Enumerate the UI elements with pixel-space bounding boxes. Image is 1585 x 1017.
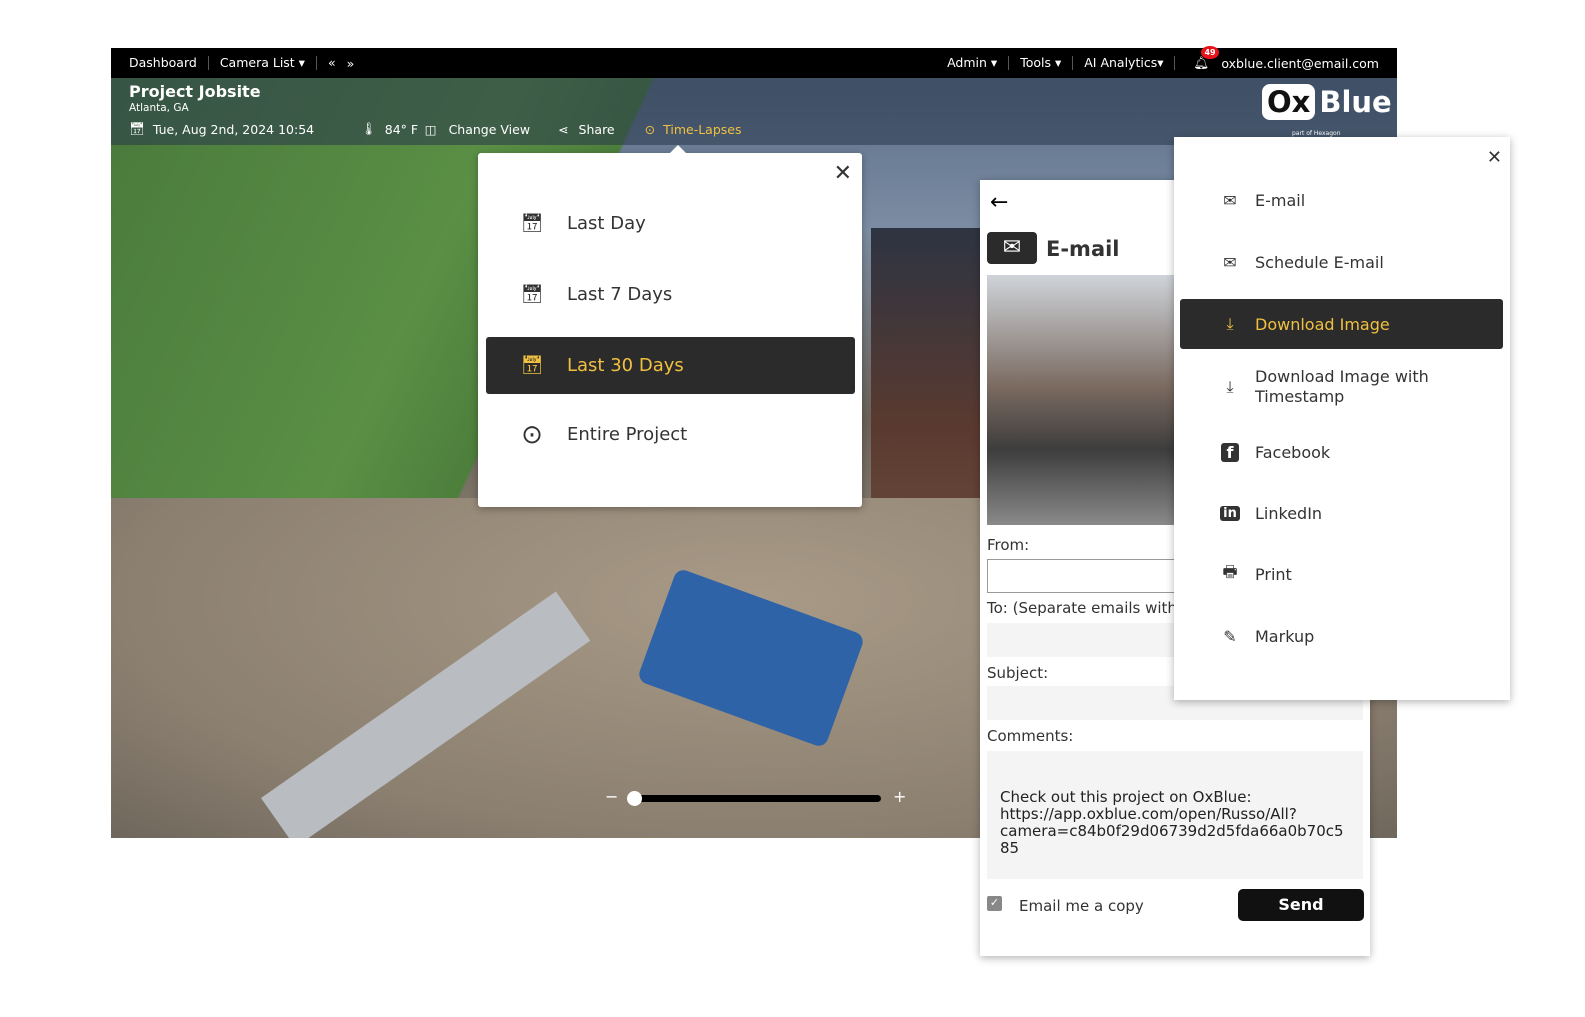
timestamp: Tue, Aug 2nd, 2024 10:54	[152, 121, 315, 137]
item-label: Entire Project	[567, 424, 688, 445]
user-email[interactable]: oxblue.client@email.com	[1221, 56, 1379, 71]
share-menu: ✕ ✉︎ E-mail ✉︎ Schedule E-mail ⤓ Download I…	[1174, 137, 1510, 700]
item-label: Print	[1255, 564, 1292, 584]
email-copy-label: Email me a copy	[1019, 897, 1144, 915]
item-label: E-mail	[1255, 190, 1306, 210]
slider-handle[interactable]	[627, 791, 642, 806]
envelope-icon: ✉︎	[1223, 190, 1237, 210]
printer-icon: 🖶	[1222, 561, 1238, 581]
change-view-button[interactable]: Change View	[449, 122, 531, 137]
top-nav-bar: Dashboard Camera List ▾ « » Admin ▾ Tool…	[111, 46, 1397, 78]
schedule-email-icon: ✉︎	[1223, 252, 1237, 272]
share-markup[interactable]: ✎ Markup	[1180, 611, 1503, 661]
calendar-play-icon: 📅︎	[520, 355, 544, 376]
nav-admin[interactable]: Admin ▾	[947, 56, 1010, 70]
back-arrow-icon[interactable]: ←	[990, 190, 1008, 215]
zoom-out-icon[interactable]: −	[605, 787, 618, 806]
email-copy-checkbox[interactable]: ✓	[987, 896, 1002, 911]
nav-camera-list[interactable]: Camera List ▾	[209, 56, 317, 70]
item-label: Last 7 Days	[567, 284, 673, 305]
from-label: From:	[987, 536, 1030, 554]
send-button[interactable]: Send	[1238, 889, 1364, 921]
notification-badge: 49	[1201, 46, 1219, 59]
zoom-in-icon[interactable]: +	[893, 787, 906, 806]
facebook-icon: f	[1216, 442, 1244, 462]
next-camera-button[interactable]: »	[347, 56, 355, 71]
play-circle-icon: ⊙	[521, 419, 543, 450]
share-schedule-email[interactable]: ✉︎ Schedule E-mail	[1180, 237, 1503, 287]
project-info-bar: Project Jobsite Atlanta, GA 📅︎ Tue, Aug …	[111, 78, 1397, 145]
subject-label: Subject:	[987, 664, 1049, 682]
project-location: Atlanta, GA	[129, 102, 189, 114]
share-button[interactable]: Share	[579, 122, 615, 137]
item-label: Download Image	[1255, 314, 1390, 334]
close-icon[interactable]: ✕	[1487, 147, 1502, 168]
envelope-icon: ✉︎	[987, 232, 1037, 264]
item-label: Markup	[1255, 626, 1315, 646]
time-lapse-menu: ✕ 📅︎ Last Day 📅︎ Last 7 Days 📅︎ Last 30 Day…	[478, 145, 862, 507]
close-icon[interactable]: ✕	[834, 161, 852, 186]
project-title: Project Jobsite	[129, 82, 261, 101]
nav-tools[interactable]: Tools ▾	[1009, 56, 1074, 70]
share-linkedin[interactable]: in LinkedIn	[1180, 488, 1503, 538]
pencil-icon: ✎	[1223, 626, 1237, 646]
calendar-play-icon: 📅︎	[520, 213, 544, 234]
play-circle-icon[interactable]: ⊙	[645, 122, 655, 137]
item-label: Last Day	[567, 213, 646, 234]
share-download-image[interactable]: ⤓ Download Image	[1180, 299, 1503, 349]
share-print[interactable]: 🖶 Print	[1180, 549, 1503, 599]
timelapse-entire-project[interactable]: ⊙ Entire Project	[486, 406, 855, 463]
change-view-icon[interactable]: ◫	[425, 122, 437, 137]
email-title: E-mail	[1046, 237, 1120, 261]
slider-track[interactable]	[631, 795, 881, 802]
timelapse-last-30-days[interactable]: 📅︎ Last 30 Days	[486, 337, 855, 394]
email-image-preview	[987, 275, 1187, 525]
comments-label: Comments:	[987, 727, 1074, 745]
thermometer-icon: 🌡︎	[360, 121, 377, 136]
download-icon: ⤓	[1226, 314, 1234, 333]
calendar-play-icon: 📅︎	[520, 284, 544, 305]
calendar-icon: 📅︎	[129, 121, 145, 136]
timelapse-last-7-days[interactable]: 📅︎ Last 7 Days	[486, 266, 855, 323]
item-label: Download Image with Timestamp	[1255, 367, 1429, 406]
zoom-slider[interactable]: − +	[605, 787, 906, 806]
item-label: Schedule E-mail	[1255, 252, 1384, 272]
temperature: 84° F	[384, 121, 419, 137]
comments-textarea[interactable]: Check out this project on OxBlue: https:…	[987, 751, 1363, 879]
share-download-image-timestamp[interactable]: ⤓ Download Image with Timestamp	[1180, 362, 1503, 412]
download-icon: ⤓	[1226, 377, 1234, 396]
share-email[interactable]: ✉︎ E-mail	[1180, 175, 1503, 225]
item-label: Facebook	[1255, 442, 1331, 462]
share-icon[interactable]: ⋖	[558, 122, 568, 137]
nav-ai-analytics[interactable]: AI Analytics▾	[1073, 56, 1176, 70]
item-label: Last 30 Days	[567, 355, 684, 376]
time-lapses-button[interactable]: Time-Lapses	[663, 122, 741, 137]
prev-camera-button[interactable]: «	[317, 56, 347, 70]
timelapse-last-day[interactable]: 📅︎ Last Day	[486, 195, 855, 252]
nav-dashboard[interactable]: Dashboard	[129, 56, 209, 70]
bell-icon[interactable]: 🔔︎ 49	[1193, 46, 1219, 71]
oxblue-logo: Ox Blue part of Hexagon	[1262, 84, 1392, 137]
item-label: LinkedIn	[1255, 503, 1323, 523]
share-facebook[interactable]: f Facebook	[1180, 427, 1503, 477]
to-label: To: (Separate emails with	[987, 599, 1177, 617]
linkedin-icon: in	[1216, 505, 1244, 521]
